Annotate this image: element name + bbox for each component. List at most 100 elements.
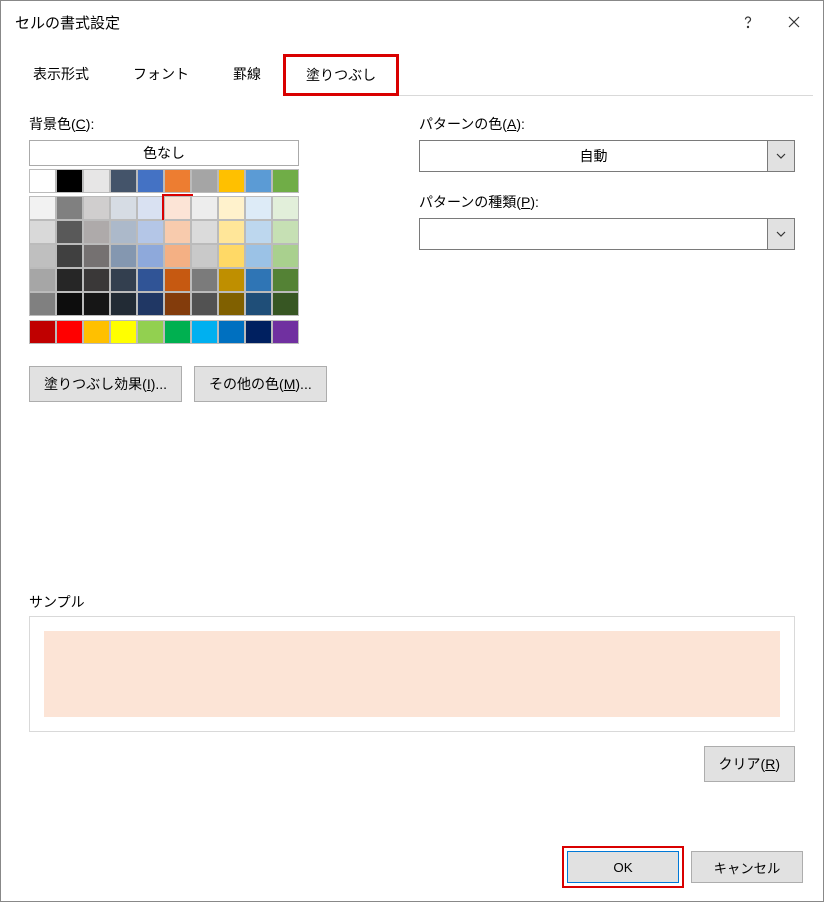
color-swatch[interactable] <box>272 244 299 268</box>
color-swatch[interactable] <box>245 292 272 316</box>
tab-border[interactable]: 罫線 <box>211 54 283 96</box>
color-swatch[interactable] <box>137 244 164 268</box>
color-swatch[interactable] <box>83 320 110 344</box>
color-swatch[interactable] <box>164 220 191 244</box>
color-swatch[interactable] <box>218 169 245 193</box>
color-swatch[interactable] <box>110 169 137 193</box>
cancel-button[interactable]: キャンセル <box>691 851 803 883</box>
bg-color-label: 背景色(C): <box>29 114 339 134</box>
color-swatch[interactable] <box>56 320 83 344</box>
close-button[interactable] <box>771 6 817 38</box>
fill-effects-button[interactable]: 塗りつぶし効果(I)... <box>29 366 182 402</box>
color-swatch[interactable] <box>164 196 191 220</box>
color-swatch[interactable] <box>191 196 218 220</box>
color-swatch[interactable] <box>245 169 272 193</box>
tab-font[interactable]: フォント <box>111 54 211 96</box>
color-swatch[interactable] <box>164 268 191 292</box>
color-swatch[interactable] <box>29 292 56 316</box>
color-swatch[interactable] <box>191 292 218 316</box>
color-swatch[interactable] <box>29 169 56 193</box>
color-swatch[interactable] <box>83 169 110 193</box>
color-swatch[interactable] <box>137 268 164 292</box>
color-swatch[interactable] <box>272 220 299 244</box>
pattern-color-label: パターンの色(A): <box>419 114 795 134</box>
color-swatch[interactable] <box>245 268 272 292</box>
ok-button[interactable]: OK <box>567 851 679 883</box>
color-swatch[interactable] <box>218 292 245 316</box>
color-swatch[interactable] <box>218 244 245 268</box>
color-swatch[interactable] <box>29 196 56 220</box>
color-swatch[interactable] <box>191 320 218 344</box>
chevron-down-icon[interactable] <box>767 140 795 172</box>
color-swatch[interactable] <box>29 268 56 292</box>
fill-buttons-row: 塗りつぶし効果(I)... その他の色(M)... <box>29 366 339 402</box>
color-swatch[interactable] <box>272 268 299 292</box>
color-swatch[interactable] <box>56 220 83 244</box>
color-swatch[interactable] <box>137 320 164 344</box>
color-swatch[interactable] <box>272 320 299 344</box>
color-swatch[interactable] <box>56 292 83 316</box>
tab-fill[interactable]: 塗りつぶし <box>283 54 399 96</box>
color-swatch[interactable] <box>137 292 164 316</box>
pattern-style-label: パターンの種類(P): <box>419 192 795 212</box>
left-column: 背景色(C): 色なし 塗りつぶし効果(I)... その他の色(M)... <box>29 114 339 402</box>
titlebar: セルの書式設定 <box>1 1 823 43</box>
color-swatch[interactable] <box>56 169 83 193</box>
color-swatch[interactable] <box>272 292 299 316</box>
color-swatch[interactable] <box>164 292 191 316</box>
color-swatch[interactable] <box>164 320 191 344</box>
more-colors-button[interactable]: その他の色(M)... <box>194 366 327 402</box>
color-swatch[interactable] <box>218 220 245 244</box>
color-swatch[interactable] <box>191 220 218 244</box>
color-swatch[interactable] <box>191 268 218 292</box>
sample-preview <box>44 631 780 717</box>
color-swatch[interactable] <box>137 220 164 244</box>
color-grid <box>29 196 339 316</box>
color-swatch[interactable] <box>83 244 110 268</box>
theme-colors-row <box>29 169 339 193</box>
content-area: 背景色(C): 色なし 塗りつぶし効果(I)... その他の色(M)... パタ… <box>1 96 823 402</box>
color-swatch[interactable] <box>245 196 272 220</box>
tab-strip: 表示形式 フォント 罫線 塗りつぶし <box>11 53 813 96</box>
color-swatch[interactable] <box>29 320 56 344</box>
chevron-down-icon[interactable] <box>767 218 795 250</box>
color-swatch[interactable] <box>83 220 110 244</box>
color-swatch[interactable] <box>83 292 110 316</box>
color-swatch[interactable] <box>218 196 245 220</box>
color-swatch[interactable] <box>272 196 299 220</box>
dialog-footer: OK キャンセル <box>567 851 803 883</box>
color-swatch[interactable] <box>191 244 218 268</box>
color-swatch[interactable] <box>218 268 245 292</box>
color-swatch[interactable] <box>272 169 299 193</box>
color-swatch[interactable] <box>29 244 56 268</box>
color-swatch[interactable] <box>29 220 56 244</box>
color-swatch[interactable] <box>218 320 245 344</box>
dialog-title: セルの書式設定 <box>15 12 725 33</box>
clear-button[interactable]: クリア(R) <box>704 746 795 782</box>
color-swatch[interactable] <box>164 169 191 193</box>
color-swatch[interactable] <box>83 268 110 292</box>
color-swatch[interactable] <box>245 244 272 268</box>
color-swatch[interactable] <box>245 220 272 244</box>
color-swatch[interactable] <box>110 196 137 220</box>
tab-number-format[interactable]: 表示形式 <box>11 54 111 96</box>
color-swatch[interactable] <box>164 244 191 268</box>
pattern-style-select[interactable] <box>419 218 795 250</box>
help-button[interactable] <box>725 6 771 38</box>
color-swatch[interactable] <box>191 169 218 193</box>
color-swatch[interactable] <box>110 268 137 292</box>
color-swatch[interactable] <box>110 244 137 268</box>
color-swatch[interactable] <box>110 320 137 344</box>
pattern-color-select[interactable]: 自動 <box>419 140 795 172</box>
color-swatch[interactable] <box>110 220 137 244</box>
color-swatch[interactable] <box>56 196 83 220</box>
color-swatch[interactable] <box>137 169 164 193</box>
color-swatch[interactable] <box>56 244 83 268</box>
color-swatch[interactable] <box>56 268 83 292</box>
no-color-button[interactable]: 色なし <box>29 140 299 166</box>
color-swatch[interactable] <box>110 292 137 316</box>
color-swatch[interactable] <box>137 196 164 220</box>
sample-section: サンプル <box>29 592 795 732</box>
color-swatch[interactable] <box>245 320 272 344</box>
color-swatch[interactable] <box>83 196 110 220</box>
